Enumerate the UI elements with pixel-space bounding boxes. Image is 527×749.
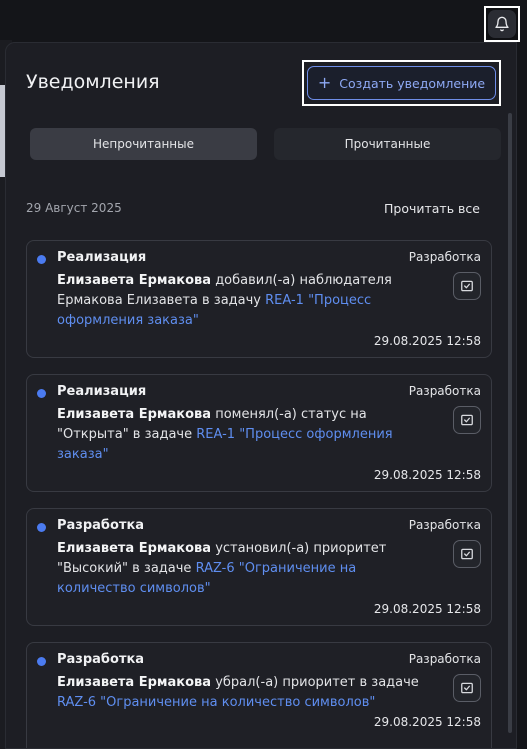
notification-project: Реализация — [57, 250, 147, 265]
notification-category: Разработка — [408, 518, 481, 532]
notification-message: Елизавета Ермакова установил(-а) приорит… — [57, 539, 429, 599]
notification-category: Разработка — [408, 250, 481, 264]
create-notification-highlight: + Создать уведомление — [302, 60, 501, 106]
panel-title: Уведомления — [26, 71, 160, 93]
notification-tabs: Непрочитанные Прочитанные — [30, 128, 501, 160]
notification-card[interactable]: Реализация Разработка Елизавета Ермакова… — [26, 240, 492, 358]
notification-project: Реализация — [57, 384, 147, 399]
check-square-icon — [461, 280, 473, 292]
read-all-button[interactable]: Прочитать все — [384, 201, 480, 216]
notification-time: 29.08.2025 12:58 — [373, 602, 481, 616]
unread-dot — [37, 657, 46, 666]
notification-author: Елизавета Ермакова — [57, 273, 212, 288]
tab-read[interactable]: Прочитанные — [274, 128, 501, 160]
notification-message: Елизавета Ермакова добавил(-а) наблюдате… — [57, 271, 429, 331]
notification-card[interactable]: Разработка Разработка Елизавета Ермакова… — [26, 508, 492, 626]
check-square-icon — [461, 548, 473, 560]
create-notification-label: Создать уведомление — [339, 75, 486, 91]
mark-read-button[interactable] — [453, 272, 481, 300]
notification-text: убрал(-а) приоритет в задаче — [211, 675, 419, 690]
plus-icon: + — [317, 73, 332, 92]
notification-card[interactable]: Реализация Разработка Елизавета Ермакова… — [26, 374, 492, 492]
unread-dot — [37, 255, 46, 264]
tab-unread[interactable]: Непрочитанные — [30, 128, 257, 160]
notification-category: Разработка — [408, 652, 481, 666]
notification-card[interactable]: Разработка Разработка Елизавета Ермакова… — [26, 642, 492, 748]
notification-author: Елизавета Ермакова — [57, 675, 212, 690]
panel-scrollbar[interactable] — [508, 113, 512, 733]
notification-time: 29.08.2025 12:58 — [373, 468, 481, 482]
check-square-icon — [461, 682, 473, 694]
notification-message: Елизавета Ермакова убрал(-а) приоритет в… — [57, 673, 437, 713]
notification-message: Елизавета Ермакова поменял(-а) статус на… — [57, 405, 429, 465]
unread-dot — [37, 523, 46, 532]
mark-read-button[interactable] — [453, 406, 481, 434]
mark-read-button[interactable] — [453, 674, 481, 702]
mark-read-button[interactable] — [453, 540, 481, 568]
notifications-panel: Уведомления + Создать уведомление Непроч… — [5, 42, 517, 749]
notification-category: Разработка — [408, 384, 481, 398]
notification-project: Разработка — [57, 652, 145, 667]
create-notification-button[interactable]: + Создать уведомление — [307, 66, 496, 100]
notification-time: 29.08.2025 12:58 — [373, 334, 481, 348]
notifications-bell-button[interactable] — [484, 6, 520, 42]
notification-author: Елизавета Ермакова — [57, 407, 212, 422]
notification-author: Елизавета Ермакова — [57, 541, 212, 556]
unread-dot — [37, 389, 46, 398]
check-square-icon — [461, 414, 473, 426]
notification-time: 29.08.2025 12:58 — [373, 715, 481, 729]
notification-project: Разработка — [57, 518, 145, 533]
task-link[interactable]: RAZ-6 "Ограничение на количество символо… — [57, 695, 375, 710]
bell-icon — [488, 10, 516, 38]
